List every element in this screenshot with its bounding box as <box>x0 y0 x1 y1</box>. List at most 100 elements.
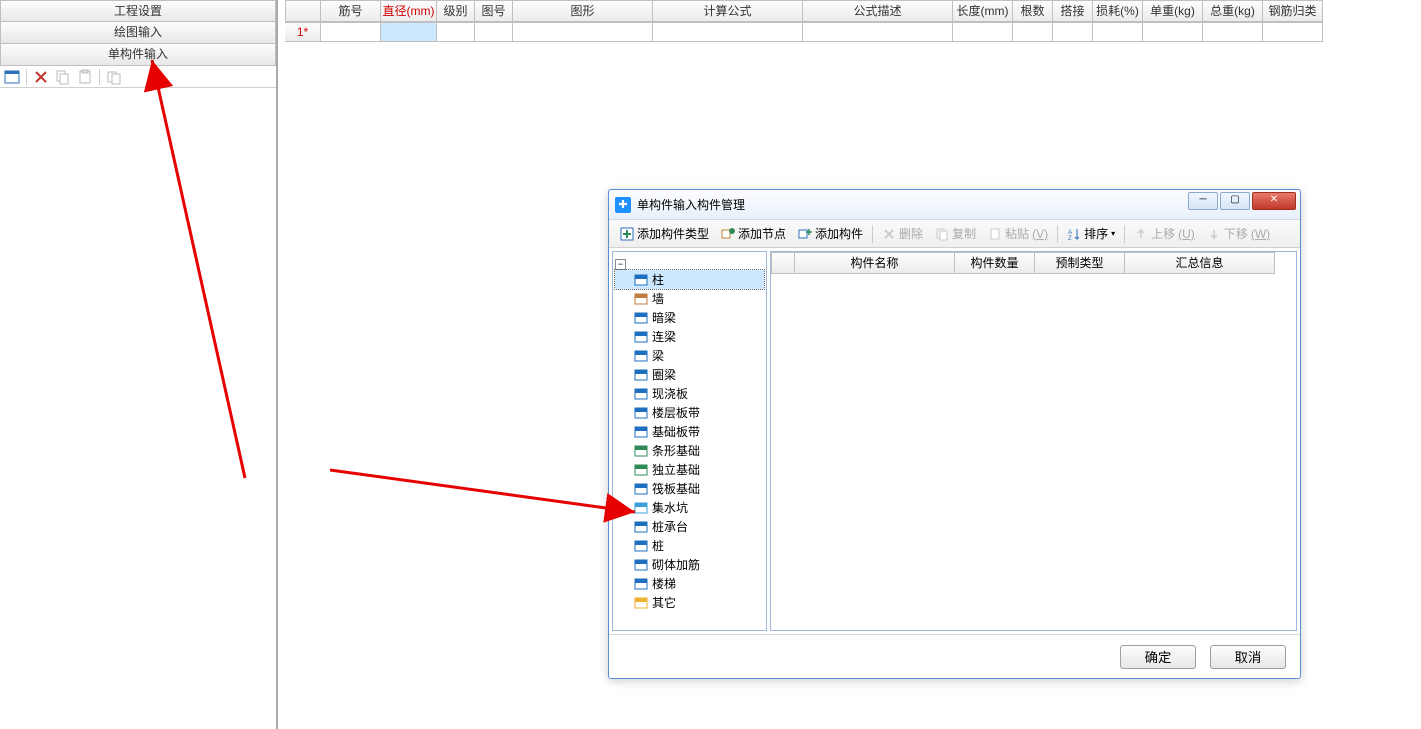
paste-icon[interactable] <box>77 69 93 85</box>
column-header[interactable]: 搭接 <box>1053 0 1093 22</box>
add-node-button[interactable]: 添加节点 <box>716 223 791 244</box>
sort-button[interactable]: AZ 排序 ▾ <box>1062 223 1120 244</box>
grid-column-header[interactable]: 预制类型 <box>1035 252 1125 274</box>
tree-item[interactable]: 现浇板 <box>615 384 764 403</box>
close-button[interactable]: ✕ <box>1252 192 1296 210</box>
minimize-button[interactable]: ─ <box>1188 192 1218 210</box>
column-header[interactable]: 公式描述 <box>803 0 953 22</box>
component-type-icon <box>633 273 649 287</box>
grid-column-header[interactable]: 构件数量 <box>955 252 1035 274</box>
grid-column-header[interactable]: 汇总信息 <box>1125 252 1275 274</box>
component-type-icon <box>633 577 649 591</box>
tree-item-label: 现浇板 <box>652 385 688 402</box>
column-header[interactable]: 计算公式 <box>653 0 803 22</box>
table-cell[interactable] <box>1143 22 1203 42</box>
table-cell[interactable] <box>513 22 653 42</box>
table-cell[interactable] <box>953 22 1013 42</box>
delete-icon[interactable] <box>33 69 49 85</box>
tree-item[interactable]: 暗梁 <box>615 308 764 327</box>
svg-text:Z: Z <box>1068 236 1072 241</box>
component-grid: 构件名称构件数量预制类型汇总信息 <box>770 251 1297 631</box>
table-cell[interactable]: 1* <box>285 22 321 42</box>
column-header[interactable]: 图号 <box>475 0 513 22</box>
column-header[interactable]: 钢筋归类 <box>1263 0 1323 22</box>
tree-item-label: 集水坑 <box>652 499 688 516</box>
tree-item[interactable]: 墙 <box>615 289 764 308</box>
tree-item-label: 桩承台 <box>652 518 688 535</box>
tree-item[interactable]: 桩承台 <box>615 517 764 536</box>
dialog-titlebar[interactable]: ✚ 单构件输入构件管理 ─ ▢ ✕ <box>609 190 1300 220</box>
component-type-icon <box>633 501 649 515</box>
tree-item-label: 梁 <box>652 347 664 364</box>
tree-collapse-icon[interactable]: − <box>615 259 626 270</box>
sidebar-item-project-settings[interactable]: 工程设置 <box>0 0 276 22</box>
table-cell[interactable] <box>653 22 803 42</box>
copy-button[interactable]: 复制 <box>930 223 981 244</box>
cancel-button[interactable]: 取消 <box>1210 645 1286 669</box>
paste-button[interactable]: 粘贴(V) <box>983 223 1053 244</box>
table-cell[interactable] <box>1263 22 1323 42</box>
add-member-button[interactable]: 添加构件 <box>793 223 868 244</box>
maximize-button[interactable]: ▢ <box>1220 192 1250 210</box>
tree-item[interactable]: 集水坑 <box>615 498 764 517</box>
tree-item[interactable]: 砌体加筋 <box>615 555 764 574</box>
tree-item[interactable]: 基础板带 <box>615 422 764 441</box>
table-cell[interactable] <box>1203 22 1263 42</box>
table-cell[interactable] <box>1013 22 1053 42</box>
table-cell[interactable] <box>803 22 953 42</box>
move-down-button[interactable]: 下移(W) <box>1202 223 1275 244</box>
tree-item[interactable]: 独立基础 <box>615 460 764 479</box>
tree-item[interactable]: 连梁 <box>615 327 764 346</box>
tree-item[interactable]: 筏板基础 <box>615 479 764 498</box>
tree-item[interactable]: 桩 <box>615 536 764 555</box>
column-header[interactable] <box>285 0 321 22</box>
tree-item-label: 连梁 <box>652 328 676 345</box>
component-manager-dialog: ✚ 单构件输入构件管理 ─ ▢ ✕ 添加构件类型 添加节点 添加构件 删除 复制 <box>608 189 1301 679</box>
tree-item[interactable]: 圈梁 <box>615 365 764 384</box>
move-up-button[interactable]: 上移(U) <box>1129 223 1200 244</box>
down-arrow-icon <box>1207 227 1221 241</box>
component-type-icon <box>633 520 649 534</box>
table-cell[interactable] <box>321 22 381 42</box>
grid-column-header[interactable] <box>771 252 795 274</box>
column-header[interactable]: 图形 <box>513 0 653 22</box>
grid-column-header[interactable]: 构件名称 <box>795 252 955 274</box>
column-header[interactable]: 总重(kg) <box>1203 0 1263 22</box>
component-type-icon <box>633 292 649 306</box>
tree-item[interactable]: 楼层板带 <box>615 403 764 422</box>
table-cell[interactable] <box>1093 22 1143 42</box>
tree-item[interactable]: 其它 <box>615 593 764 612</box>
tree-item-label: 其它 <box>652 594 676 611</box>
add-type-button[interactable]: 添加构件类型 <box>615 223 714 244</box>
sidebar-item-drawing-input[interactable]: 绘图输入 <box>0 22 276 44</box>
component-type-icon <box>633 539 649 553</box>
copy-icon <box>935 227 949 241</box>
column-header[interactable]: 长度(mm) <box>953 0 1013 22</box>
table-cell[interactable] <box>1053 22 1093 42</box>
component-type-icon <box>633 425 649 439</box>
component-tree[interactable]: − 柱墙暗梁连梁梁圈梁现浇板楼层板带基础板带条形基础独立基础筏板基础集水坑桩承台… <box>612 251 767 631</box>
column-header[interactable]: 筋号 <box>321 0 381 22</box>
tree-item[interactable]: 楼梯 <box>615 574 764 593</box>
column-header[interactable]: 根数 <box>1013 0 1053 22</box>
table-cell[interactable] <box>437 22 475 42</box>
tree-item[interactable]: 柱 <box>615 270 764 289</box>
refresh-icon[interactable] <box>106 69 122 85</box>
ok-button[interactable]: 确定 <box>1120 645 1196 669</box>
sidebar-toolbar <box>0 66 276 88</box>
tree-item[interactable]: 条形基础 <box>615 441 764 460</box>
column-header[interactable]: 直径(mm) <box>381 0 437 22</box>
table-cell[interactable] <box>475 22 513 42</box>
tree-item[interactable]: 梁 <box>615 346 764 365</box>
main-table: 筋号直径(mm)级别图号图形计算公式公式描述长度(mm)根数搭接损耗(%)单重(… <box>285 0 1421 42</box>
column-header[interactable]: 级别 <box>437 0 475 22</box>
column-header[interactable]: 损耗(%) <box>1093 0 1143 22</box>
table-cell[interactable] <box>381 22 437 42</box>
component-type-icon <box>633 596 649 610</box>
delete-button[interactable]: 删除 <box>877 223 928 244</box>
form-icon[interactable] <box>4 69 20 85</box>
dropdown-icon: ▾ <box>1111 229 1115 238</box>
column-header[interactable]: 单重(kg) <box>1143 0 1203 22</box>
copy-icon[interactable] <box>55 69 71 85</box>
sidebar-item-single-component[interactable]: 单构件输入 <box>0 44 276 66</box>
